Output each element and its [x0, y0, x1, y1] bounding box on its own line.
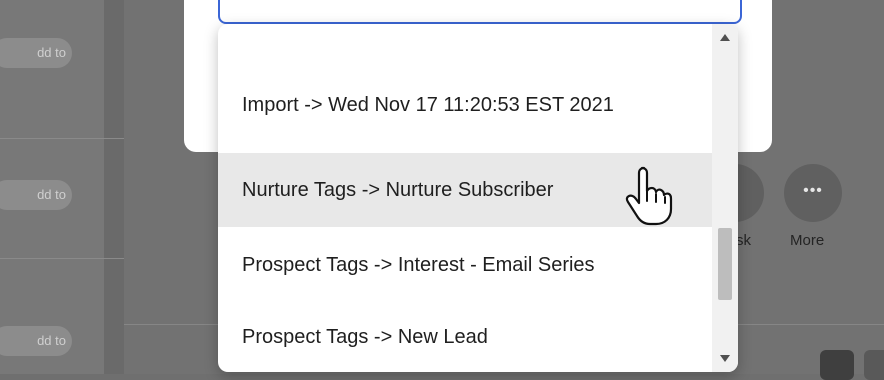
- option-label: Import -> Wed Nov 17 11:20:53 EST 2021: [242, 94, 614, 116]
- hand-pointer-cursor-icon: [625, 166, 673, 226]
- option-label: Nurture Tags -> Nurture Subscriber: [242, 179, 554, 201]
- background-left-strip: [104, 0, 124, 374]
- option-label: Prospect Tags -> Interest - Email Series: [242, 254, 595, 276]
- add-to-chip[interactable]: dd to: [0, 38, 72, 68]
- add-to-chip[interactable]: dd to: [0, 326, 72, 356]
- list-view-button[interactable]: [820, 350, 854, 380]
- option-label: Prospect Tags -> New Lead: [242, 326, 488, 348]
- scroll-down-arrow-icon[interactable]: [720, 355, 730, 362]
- more-button[interactable]: •••: [784, 164, 842, 222]
- dropdown-option[interactable]: Prospect Tags -> Interest - Email Series: [218, 228, 712, 302]
- scroll-up-arrow-icon[interactable]: [720, 34, 730, 41]
- tag-search-input[interactable]: [218, 0, 742, 24]
- ellipsis-icon: •••: [803, 182, 823, 199]
- more-label: More: [790, 232, 825, 249]
- background-row-divider: [0, 138, 124, 139]
- add-to-chip[interactable]: dd to: [0, 180, 72, 210]
- background-row-divider: [0, 258, 124, 259]
- task-label: sk: [736, 232, 751, 249]
- grid-view-button[interactable]: [864, 350, 884, 380]
- dropdown-option[interactable]: Import -> Wed Nov 17 11:20:53 EST 2021: [218, 68, 712, 142]
- scrollbar-thumb[interactable]: [718, 228, 732, 300]
- dropdown-scrollbar[interactable]: [712, 24, 738, 372]
- dropdown-option[interactable]: Prospect Tags -> New Lead: [218, 302, 712, 372]
